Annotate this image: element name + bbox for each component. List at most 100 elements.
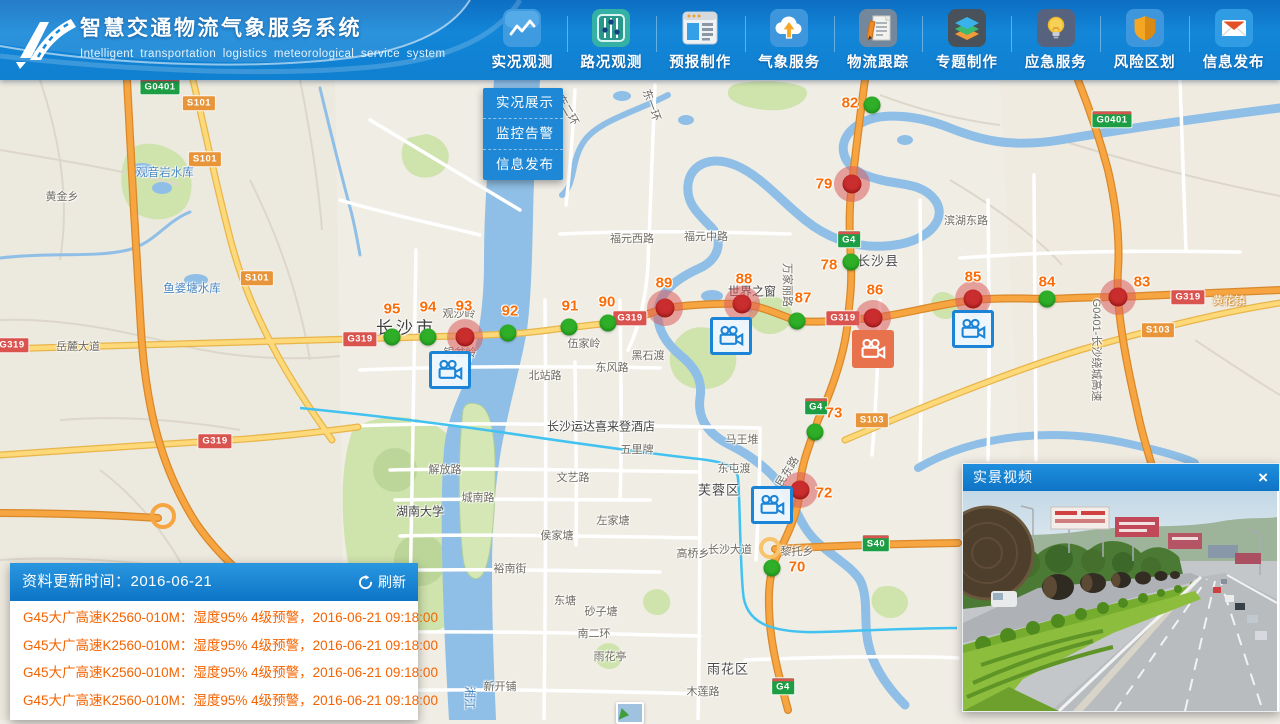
map-label: 木莲路 [687, 683, 720, 699]
live-video-panel: 实景视频 × [962, 463, 1280, 712]
camera-icon[interactable] [751, 486, 793, 524]
nav-item-label: 信息发布 [1189, 51, 1278, 72]
road-shield-G319: G319 [1170, 289, 1205, 305]
map-label: 长沙大道 [708, 541, 752, 557]
road-shield-G4: G4 [804, 397, 828, 415]
station-marker-73[interactable] [807, 424, 824, 441]
main-nav: 实况观测路况观测预报制作气象服务物流跟踪专题制作应急服务风险区划信息发布 [478, 7, 1278, 77]
alert-row: G45大广高速K2560-010M：湿度95% 4级预警，2016-06-21 … [10, 687, 418, 715]
map-label: 观音岩水库 [136, 164, 194, 180]
map-label: 裕南街 [494, 560, 527, 576]
map-label: 湘江 [462, 687, 478, 710]
map-label: 黄花镇 [1213, 292, 1246, 308]
station-number-94: 94 [420, 299, 437, 316]
layers-icon [948, 9, 986, 47]
station-number-79: 79 [816, 176, 833, 193]
station-number-86: 86 [867, 282, 884, 299]
page-title: 智慧交通物流气象服务系统 [80, 12, 445, 42]
road-shield-G4: G4 [771, 677, 795, 695]
nav-item-风险区划[interactable]: 风险区划 [1100, 7, 1189, 77]
map-label: 雨花亭 [594, 648, 627, 664]
mail-icon [1215, 9, 1253, 47]
station-marker-91[interactable] [561, 319, 578, 336]
map-label: 城南路 [462, 489, 495, 505]
road-shield-S40: S40 [862, 534, 890, 552]
station-number-88: 88 [736, 271, 753, 288]
map-overview-control[interactable] [616, 702, 644, 724]
map-label: 岳麓大道 [56, 338, 100, 354]
alert-update-time: 资料更新时间：2016-06-21 [22, 563, 212, 601]
nav-item-物流跟踪[interactable]: 物流跟踪 [834, 7, 923, 77]
station-marker-89[interactable] [647, 290, 683, 326]
map-label: 五里牌 [621, 441, 654, 457]
station-marker-93[interactable] [447, 319, 483, 355]
map-label: 高桥乡 [677, 545, 710, 561]
road-shield-S103: S103 [1141, 322, 1175, 338]
station-marker-90[interactable] [600, 315, 617, 332]
cloud-upload-icon [770, 9, 808, 47]
station-number-72: 72 [816, 485, 833, 502]
road-shield-S101: S101 [240, 270, 274, 286]
alert-panel: 资料更新时间：2016-06-21 刷新 G45大广高速K2560-010M：湿… [10, 563, 418, 720]
camera-icon[interactable] [852, 330, 894, 368]
station-marker-83[interactable] [1100, 279, 1136, 315]
station-marker-92[interactable] [500, 325, 517, 342]
road-shield-S101: S101 [182, 95, 216, 111]
station-marker-87[interactable] [789, 313, 806, 330]
station-marker-84[interactable] [1039, 291, 1056, 308]
page-subtitle: Intelligent transportation logistics met… [80, 48, 445, 60]
nav-item-应急服务[interactable]: 应急服务 [1011, 7, 1100, 77]
nav-item-label: 气象服务 [745, 51, 834, 72]
station-marker-70[interactable] [764, 560, 781, 577]
close-icon[interactable]: × [1258, 464, 1269, 491]
station-marker-94[interactable] [420, 329, 437, 346]
station-marker-95[interactable] [384, 329, 401, 346]
submenu-item-实况展示[interactable]: 实况展示 [483, 88, 563, 118]
refresh-button[interactable]: 刷新 [358, 563, 406, 601]
camera-icon[interactable] [429, 351, 471, 389]
camera-icon[interactable] [710, 317, 752, 355]
refresh-label: 刷新 [378, 563, 406, 601]
road-shield-S103: S103 [855, 412, 889, 428]
map-label: 北站路 [529, 367, 562, 383]
map-label: 长沙运达喜来登酒店 [547, 418, 655, 435]
station-number-78: 78 [821, 257, 838, 274]
nav-item-预报制作[interactable]: 预报制作 [656, 7, 745, 77]
map-label: 砂子塘 [585, 603, 618, 619]
nav-item-气象服务[interactable]: 气象服务 [745, 7, 834, 77]
map-label: 文艺路 [557, 469, 590, 485]
map-label: 东塘 [554, 592, 576, 608]
road-shield-G319: G319 [0, 337, 30, 353]
nav-item-label: 应急服务 [1011, 51, 1100, 72]
map-label: 伍家岭 [568, 335, 601, 351]
map-label: 东一环 [639, 87, 665, 123]
station-marker-82[interactable] [864, 97, 881, 114]
map-label: 芙蓉区 [698, 480, 740, 499]
map-label: 左家塘 [597, 512, 630, 528]
station-number-84: 84 [1039, 274, 1056, 291]
nav-item-专题制作[interactable]: 专题制作 [922, 7, 1011, 77]
map-label: 南二环 [578, 625, 611, 641]
station-number-83: 83 [1134, 274, 1151, 291]
map-label: 长沙县 [857, 251, 899, 270]
nav-item-实况观测[interactable]: 实况观测 [478, 7, 567, 77]
highway-video-frame [963, 491, 1277, 711]
forecast-doc-icon [681, 9, 719, 47]
video-panel-header: 实景视频 × [963, 464, 1279, 491]
nav-item-信息发布[interactable]: 信息发布 [1189, 7, 1278, 77]
station-number-82: 82 [842, 95, 859, 112]
submenu-item-监控告警[interactable]: 监控告警 [483, 118, 563, 149]
nav-item-label: 物流跟踪 [834, 51, 923, 72]
nav-item-label: 风险区划 [1100, 51, 1189, 72]
station-number-70: 70 [789, 559, 806, 576]
station-number-89: 89 [656, 275, 673, 292]
camera-icon[interactable] [952, 310, 994, 348]
map-label: 黑石渡 [632, 347, 665, 363]
station-marker-79[interactable] [834, 166, 870, 202]
nav-item-路况观测[interactable]: 路况观测 [567, 7, 656, 77]
station-number-95: 95 [384, 301, 401, 318]
alert-list: G45大广高速K2560-010M：湿度95% 4级预警，2016-06-21 … [10, 601, 418, 720]
station-marker-78[interactable] [843, 254, 860, 271]
map-label: 黄金乡 [46, 188, 79, 204]
submenu-item-信息发布[interactable]: 信息发布 [483, 149, 563, 180]
